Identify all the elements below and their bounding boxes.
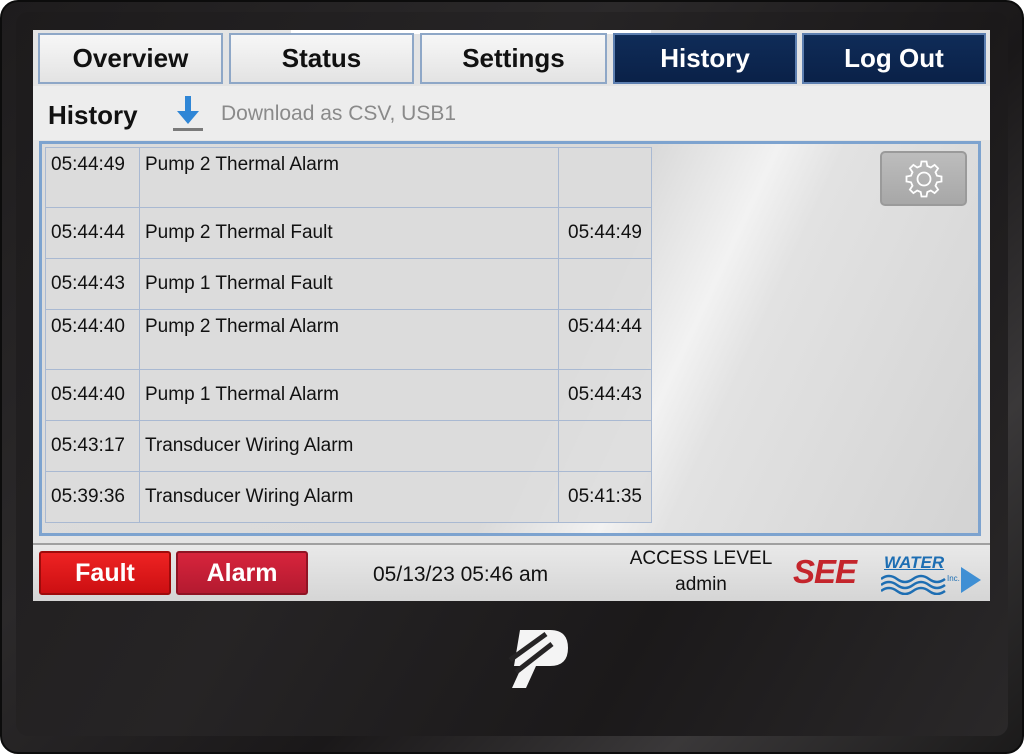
access-level-value: admin xyxy=(675,574,727,595)
event-cleared-time: 05:41:35 xyxy=(558,471,652,523)
page-title: History xyxy=(48,100,138,130)
event-cleared-time xyxy=(558,147,652,208)
device-brand-logo xyxy=(508,630,568,688)
logo-inc-text: Inc. xyxy=(947,574,960,583)
event-description: Pump 2 Thermal Alarm xyxy=(139,309,559,370)
event-cleared-time: 05:44:44 xyxy=(558,309,652,370)
table-row[interactable]: 05:43:17 Transducer Wiring Alarm xyxy=(45,420,652,472)
table-row[interactable]: 05:44:40 Pump 1 Thermal Alarm 05:44:43 xyxy=(45,369,652,421)
fault-button[interactable]: Fault xyxy=(39,551,171,595)
hmi-screen: Overview Status Settings History Log Out… xyxy=(33,30,990,601)
top-tab-bar: Overview Status Settings History Log Out xyxy=(38,33,986,84)
event-cleared-time: 05:44:43 xyxy=(558,369,652,421)
history-header: History Download as CSV, USB1 xyxy=(33,86,990,140)
tab-status[interactable]: Status xyxy=(229,33,414,84)
status-bar: Fault Alarm 05/13/23 05:46 am ACCESS LEV… xyxy=(33,543,990,601)
table-row[interactable]: 05:44:40 Pump 2 Thermal Alarm 05:44:44 xyxy=(45,309,652,370)
table-row[interactable]: 05:39:36 Transducer Wiring Alarm 05:41:3… xyxy=(45,471,652,523)
event-cleared-time xyxy=(558,258,652,310)
tab-log-out[interactable]: Log Out xyxy=(802,33,986,84)
gear-icon xyxy=(905,160,942,197)
event-time: 05:43:17 xyxy=(45,420,140,472)
table-row[interactable]: 05:44:44 Pump 2 Thermal Fault 05:44:49 xyxy=(45,207,652,259)
download-csv-link[interactable]: Download as CSV, USB1 xyxy=(221,102,456,126)
event-description: Pump 1 Thermal Alarm xyxy=(139,369,559,421)
table-row[interactable]: 05:44:49 Pump 2 Thermal Alarm xyxy=(45,147,652,208)
date-time: 05/13/23 05:46 am xyxy=(373,563,549,586)
logo-waves-icon: Inc. xyxy=(881,567,981,595)
event-cleared-time xyxy=(558,420,652,472)
access-level-label: ACCESS LEVEL xyxy=(629,548,773,569)
event-time: 05:44:40 xyxy=(45,369,140,421)
history-panel: 05:44:49 Pump 2 Thermal Alarm 05:44:44 P… xyxy=(39,141,981,536)
tab-history[interactable]: History xyxy=(613,33,797,84)
history-table: 05:44:49 Pump 2 Thermal Alarm 05:44:44 P… xyxy=(45,147,652,523)
event-cleared-time: 05:44:49 xyxy=(558,207,652,259)
alarm-button[interactable]: Alarm xyxy=(176,551,308,595)
event-description: Pump 1 Thermal Fault xyxy=(139,258,559,310)
table-row[interactable]: 05:44:43 Pump 1 Thermal Fault xyxy=(45,258,652,310)
history-settings-button[interactable] xyxy=(880,151,967,206)
event-description: Transducer Wiring Alarm xyxy=(139,420,559,472)
event-time: 05:44:49 xyxy=(45,147,140,208)
event-time: 05:44:40 xyxy=(45,309,140,370)
download-arrow-icon[interactable] xyxy=(171,94,205,134)
event-description: Pump 2 Thermal Alarm xyxy=(139,147,559,208)
event-description: Transducer Wiring Alarm xyxy=(139,471,559,523)
tab-settings[interactable]: Settings xyxy=(420,33,607,84)
event-time: 05:44:44 xyxy=(45,207,140,259)
logo-see-text: SEE xyxy=(793,553,857,590)
see-water-logo: SEE WATER Inc. xyxy=(793,553,985,595)
event-description: Pump 2 Thermal Fault xyxy=(139,207,559,259)
event-time: 05:44:43 xyxy=(45,258,140,310)
event-time: 05:39:36 xyxy=(45,471,140,523)
tab-overview[interactable]: Overview xyxy=(38,33,223,84)
